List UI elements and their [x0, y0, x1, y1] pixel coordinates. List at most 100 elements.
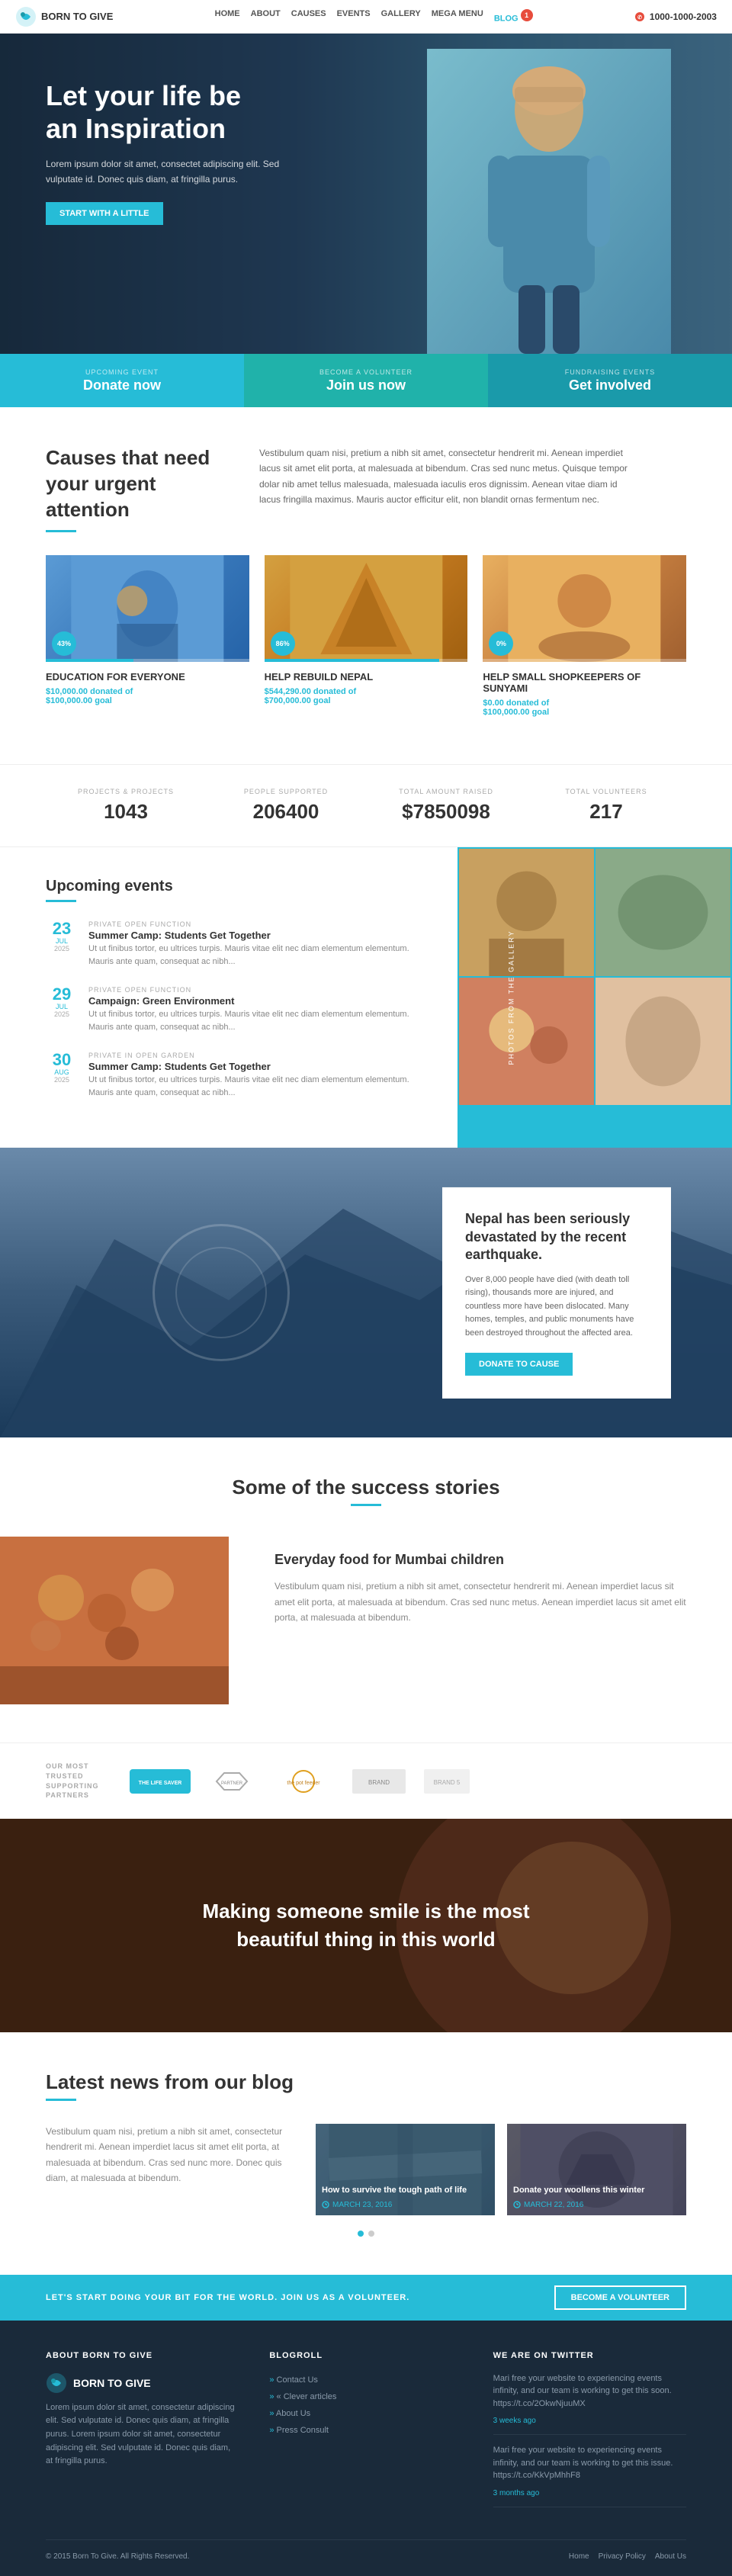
success-image	[0, 1537, 229, 1704]
events-column: Upcoming events 23 JUL 2025 PRIVATE OPEN…	[0, 847, 458, 1148]
blog-intro-column: Vestibulum quam nisi, pretium a nibh sit…	[46, 2124, 293, 2215]
cause-name-3: HELP SMALL SHOPKEEPERS OF SUNYAMI	[483, 671, 686, 694]
footer-blogroll-title: BLOGROLL	[269, 2351, 462, 2360]
twitter-item-0: Mari free your website to experiencing e…	[493, 2372, 686, 2436]
cause-card-2: 86% HELP REBUILD NEPAL $544,290.00 donat…	[265, 555, 468, 726]
hero-headline: Let your life be an Inspiration	[46, 79, 305, 145]
event-item-2: 30 AUG 2025 PRIVATE IN OPEN GARDEN Summe…	[46, 1052, 412, 1099]
hero-body: Lorem ipsum dolor sit amet, consectet ad…	[46, 157, 305, 186]
nepal-card-title: Nepal has been seriously devastated by t…	[465, 1210, 648, 1264]
svg-text:THE LIFE SAVER: THE LIFE SAVER	[139, 1781, 182, 1786]
blog-cards: How to survive the tough path of life MA…	[316, 2124, 686, 2215]
gallery-item-1[interactable]	[596, 849, 730, 976]
nav-links: HOME ABOUT CAUSES EVENTS GALLERY MEGA ME…	[215, 9, 533, 24]
twitter-time-1: 3 months ago	[493, 2489, 540, 2497]
nepal-card: Nepal has been seriously devastated by t…	[442, 1187, 671, 1398]
hero-person-image	[427, 49, 671, 354]
nepal-donate-button[interactable]: DONATE TO CAUSE	[465, 1352, 573, 1375]
event-item-1: 29 JUL 2025 PRIVATE OPEN FUNCTION Campai…	[46, 986, 412, 1033]
svg-text:PARTNER: PARTNER	[221, 1781, 243, 1786]
volunteer-text: LET'S START DOING YOUR BIT FOR THE WORLD…	[46, 2293, 409, 2302]
blog-dot-1[interactable]	[368, 2231, 374, 2237]
partners-logos: THE LIFE SAVER PARTNER the pot feeder BR…	[130, 1769, 470, 1794]
footer-logo-text: BORN TO GIVE	[73, 2377, 151, 2389]
footer-link-3[interactable]: Press Consult	[269, 2423, 462, 2435]
band-join[interactable]: BECOME A VOLUNTEER Join us now	[244, 354, 488, 407]
blog-card-1[interactable]: Donate your woollens this winter MARCH 2…	[507, 2124, 686, 2215]
cause-badge-2: 86%	[271, 631, 295, 656]
footer-nav-home[interactable]: Home	[569, 2552, 589, 2561]
band-donate[interactable]: UPCOMING EVENT Donate now	[0, 354, 244, 407]
gallery-item-2[interactable]	[459, 978, 594, 1105]
blog-card-overlay-0: How to survive the tough path of life MA…	[316, 2124, 495, 2215]
cause-card-1: 43% EDUCATION FOR EVERYONE $10,000.00 do…	[46, 555, 249, 726]
nav-phone: ✆ 1000-1000-2003	[634, 11, 717, 22]
svg-text:✆: ✆	[637, 14, 642, 21]
nav-events[interactable]: EVENTS	[337, 9, 371, 24]
footer-nav-about[interactable]: About Us	[655, 2552, 686, 2561]
partner-logo-2: the pot feeder	[273, 1769, 334, 1794]
gallery-grid	[458, 847, 732, 1107]
footer-blogroll-links: Contact Us « Clever articles About Us Pr…	[269, 2372, 462, 2435]
blog-card-overlay-1: Donate your woollens this winter MARCH 2…	[507, 2124, 686, 2215]
gallery-column: PHOTOS FROM THE GALLERY	[458, 847, 732, 1148]
footer-blogroll-column: BLOGROLL Contact Us « Clever articles Ab…	[269, 2351, 462, 2517]
blog-card-0[interactable]: How to survive the tough path of life MA…	[316, 2124, 495, 2215]
blog-dots	[46, 2231, 686, 2237]
events-gallery-section: Upcoming events 23 JUL 2025 PRIVATE OPEN…	[0, 847, 732, 1148]
gallery-item-3[interactable]	[596, 978, 730, 1105]
footer-about-text: Lorem ipsum dolor sit amet, consectetur …	[46, 2401, 239, 2468]
nepal-card-body: Over 8,000 people have died (with death …	[465, 1273, 648, 1340]
nav-causes[interactable]: CAUSES	[291, 9, 326, 24]
twitter-text-1: Mari free your website to experiencing e…	[493, 2444, 686, 2482]
nepal-circle	[152, 1224, 290, 1361]
footer-twitter-column: WE ARE ON TWITTER Mari free your website…	[493, 2351, 686, 2517]
event-item-0: 23 JUL 2025 PRIVATE OPEN FUNCTION Summer…	[46, 920, 412, 968]
hero-section: Let your life be an Inspiration Lorem ip…	[0, 34, 732, 354]
cause-money-2: $544,290.00 donated of $700,000.00 goal	[265, 687, 468, 705]
logo-text: BORN TO GIVE	[41, 11, 113, 22]
footer-copyright: © 2015 Born To Give. All Rights Reserved…	[46, 2552, 189, 2561]
footer-link-0[interactable]: Contact Us	[269, 2372, 462, 2385]
stat-2: TOTAL AMOUNT RAISED $7850098	[366, 788, 526, 824]
nav-about[interactable]: ABOUT	[251, 9, 281, 24]
partner-logo-1: PARTNER	[209, 1769, 255, 1794]
success-underline	[351, 1504, 381, 1506]
footer-bottom: © 2015 Born To Give. All Rights Reserved…	[46, 2539, 686, 2561]
cause-image-1: 43%	[46, 555, 249, 662]
blog-card-image-1: Donate your woollens this winter MARCH 2…	[507, 2124, 686, 2215]
success-text: Everyday food for Mumbai children Vestib…	[229, 1537, 732, 1640]
nav-blog[interactable]: BLOG 1	[494, 9, 533, 24]
band-involved[interactable]: FUNDRAISING EVENTS Get involved	[488, 354, 732, 407]
blog-dot-0[interactable]	[358, 2231, 364, 2237]
partner-logo-4: BRAND 5	[424, 1769, 470, 1794]
footer-nav-privacy[interactable]: Privacy Policy	[599, 2552, 646, 2561]
hero-cta-button[interactable]: START WITH A LITTLE	[46, 202, 163, 225]
partners-label: OUR MOST TRUSTED SUPPORTING PARTNERS	[46, 1762, 107, 1800]
causes-description: Vestibulum quam nisi, pretium a nibh sit…	[259, 445, 640, 532]
success-story-title: Everyday food for Mumbai children	[274, 1552, 686, 1568]
causes-cards: 43% EDUCATION FOR EVERYONE $10,000.00 do…	[46, 555, 686, 726]
nav-home[interactable]: HOME	[215, 9, 240, 24]
partners-section: OUR MOST TRUSTED SUPPORTING PARTNERS THE…	[0, 1742, 732, 1818]
hero-content: Let your life be an Inspiration Lorem ip…	[46, 79, 305, 225]
success-content: Everyday food for Mumbai children Vestib…	[0, 1537, 732, 1704]
footer-link-1[interactable]: « Clever articles	[269, 2389, 462, 2401]
footer-columns: ABOUT BORN TO GIVE BORN TO GIVE Lorem ip…	[46, 2351, 686, 2517]
volunteer-button[interactable]: Become a Volunteer	[554, 2285, 686, 2310]
blog-section: Latest news from our blog Vestibulum qua…	[0, 2032, 732, 2275]
quote-text: Making someone smile is the most beautif…	[175, 1897, 557, 1953]
blog-title: Latest news from our blog	[46, 2070, 686, 2094]
stat-1: PEOPLE SUPPORTED 206400	[206, 788, 366, 824]
nav-gallery[interactable]: GALLERY	[381, 9, 421, 24]
footer-about-column: ABOUT BORN TO GIVE BORN TO GIVE Lorem ip…	[46, 2351, 239, 2517]
gallery-item-0[interactable]	[459, 849, 594, 976]
cause-image-2: 86%	[265, 555, 468, 662]
blog-underline	[46, 2099, 76, 2101]
twitter-text-0: Mari free your website to experiencing e…	[493, 2372, 686, 2411]
cause-money-1: $10,000.00 donated of $100,000.00 goal	[46, 687, 249, 705]
navbar: BORN TO GIVE HOME ABOUT CAUSES EVENTS GA…	[0, 0, 732, 34]
footer-link-2[interactable]: About Us	[269, 2406, 462, 2418]
logo[interactable]: BORN TO GIVE	[15, 6, 113, 27]
nav-mega-menu[interactable]: MEGA MENU	[432, 9, 483, 24]
